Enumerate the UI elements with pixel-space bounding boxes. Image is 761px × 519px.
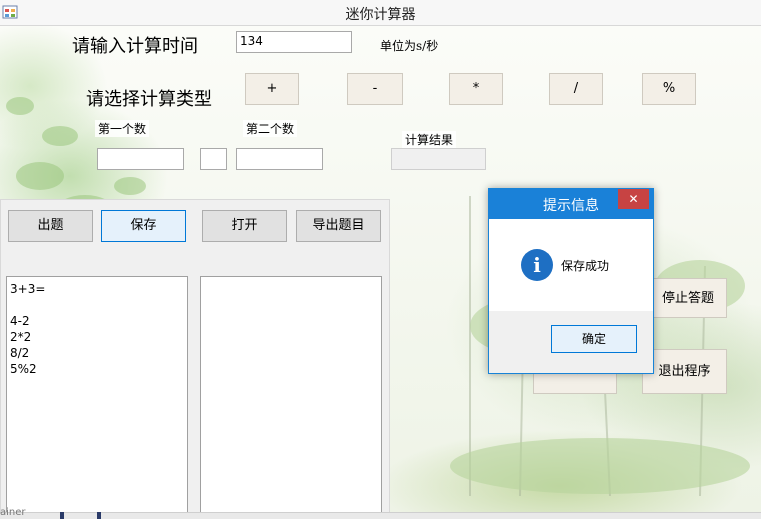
generate-question-button[interactable]: 出题: [8, 210, 93, 242]
main-client-area: 请输入计算时间 134 单位为s/秒 请选择计算类型 + - * / % 第一个…: [0, 26, 761, 512]
operator-display-input[interactable]: [200, 148, 227, 170]
title-bar: 迷你计算器: [0, 0, 761, 26]
operator-add-button[interactable]: +: [245, 73, 299, 105]
info-icon: i: [521, 249, 553, 281]
taskbar-strip-label: ainer: [0, 507, 26, 518]
open-button[interactable]: 打开: [202, 210, 287, 242]
stop-answering-button[interactable]: 停止答题: [643, 278, 727, 318]
window-title: 迷你计算器: [345, 7, 416, 23]
taskbar-marker: [60, 512, 64, 519]
list-item: 3+3=: [10, 282, 46, 296]
taskbar-marker: [97, 512, 101, 519]
operator-modulo-button[interactable]: %: [642, 73, 696, 105]
first-number-label: 第一个数: [95, 120, 150, 137]
dialog-title-bar: 提示信息 ✕: [489, 189, 653, 219]
list-item: 5%2: [10, 362, 37, 376]
first-number-input[interactable]: [97, 148, 184, 170]
list-item: 8/2: [10, 346, 30, 360]
question-list[interactable]: 3+3= 4-2 2*2 8/2 5%2: [6, 276, 188, 512]
list-item: [10, 297, 184, 313]
second-number-label: 第二个数: [243, 120, 298, 137]
operator-subtract-button[interactable]: -: [347, 73, 403, 105]
result-output: [391, 148, 486, 170]
taskbar-strip: [0, 512, 761, 519]
time-unit-label: 单位为s/秒: [380, 39, 439, 53]
type-label: 请选择计算类型: [86, 89, 212, 110]
second-number-input[interactable]: [236, 148, 323, 170]
operator-divide-button[interactable]: /: [549, 73, 603, 105]
dialog-message: 保存成功: [561, 259, 610, 273]
list-item: 4-2: [10, 314, 30, 328]
close-icon: ✕: [628, 192, 639, 206]
answer-list[interactable]: [200, 276, 382, 512]
time-input[interactable]: 134: [236, 31, 352, 53]
operator-multiply-button[interactable]: *: [449, 73, 503, 105]
message-dialog: 提示信息 ✕ i 保存成功 确定: [488, 188, 654, 374]
exit-program-button[interactable]: 退出程序: [642, 349, 727, 394]
export-questions-button[interactable]: 导出题目: [296, 210, 381, 242]
dialog-close-button[interactable]: ✕: [618, 189, 649, 209]
time-label: 请输入计算时间: [72, 36, 198, 57]
list-item: 2*2: [10, 330, 32, 344]
save-button[interactable]: 保存: [101, 210, 186, 242]
stop-answering-label: 停止答题: [661, 291, 714, 306]
result-label: 计算结果: [402, 131, 457, 148]
dialog-ok-button[interactable]: 确定: [551, 325, 637, 353]
